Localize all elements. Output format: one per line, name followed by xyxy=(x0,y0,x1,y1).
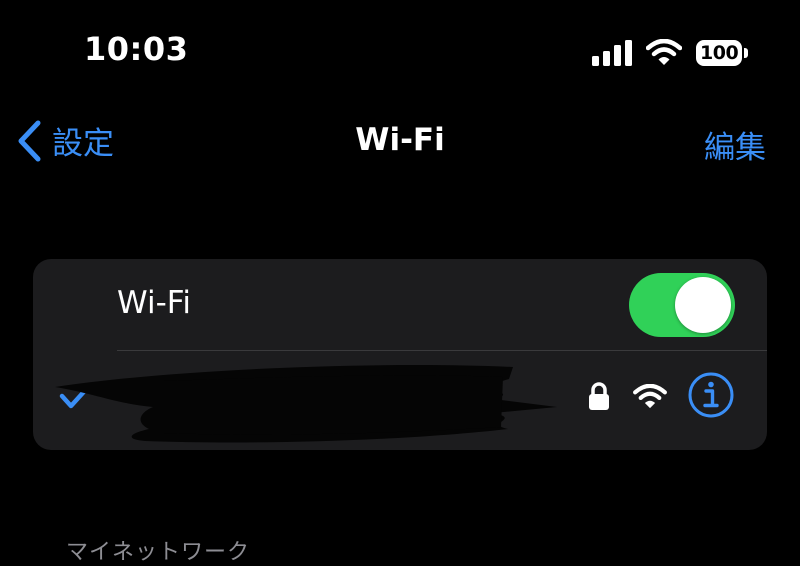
battery-level: 100 xyxy=(696,40,743,66)
redaction-scribble xyxy=(55,365,557,443)
cellular-signal-icon xyxy=(592,40,632,66)
battery-tip xyxy=(744,48,748,58)
battery-icon: 100 xyxy=(696,38,748,68)
wifi-settings-card: Wi-Fi xyxy=(33,259,767,450)
page-title: Wi-Fi xyxy=(355,122,445,158)
wifi-icon xyxy=(646,39,682,65)
edit-button[interactable]: 編集 xyxy=(704,122,766,167)
wifi-toggle-row: Wi-Fi xyxy=(33,259,767,351)
status-indicators: 100 xyxy=(592,36,748,70)
connected-network-row[interactable] xyxy=(33,351,767,450)
toggle-knob xyxy=(675,277,731,333)
info-icon[interactable] xyxy=(687,371,735,419)
my-networks-header: マイネットワーク xyxy=(66,540,251,565)
wifi-toggle-switch[interactable] xyxy=(629,273,735,337)
network-wifi-icon xyxy=(633,384,667,409)
wifi-toggle-label: Wi-Fi xyxy=(117,285,191,321)
lock-icon xyxy=(589,382,609,410)
status-time: 10:03 xyxy=(84,30,189,68)
